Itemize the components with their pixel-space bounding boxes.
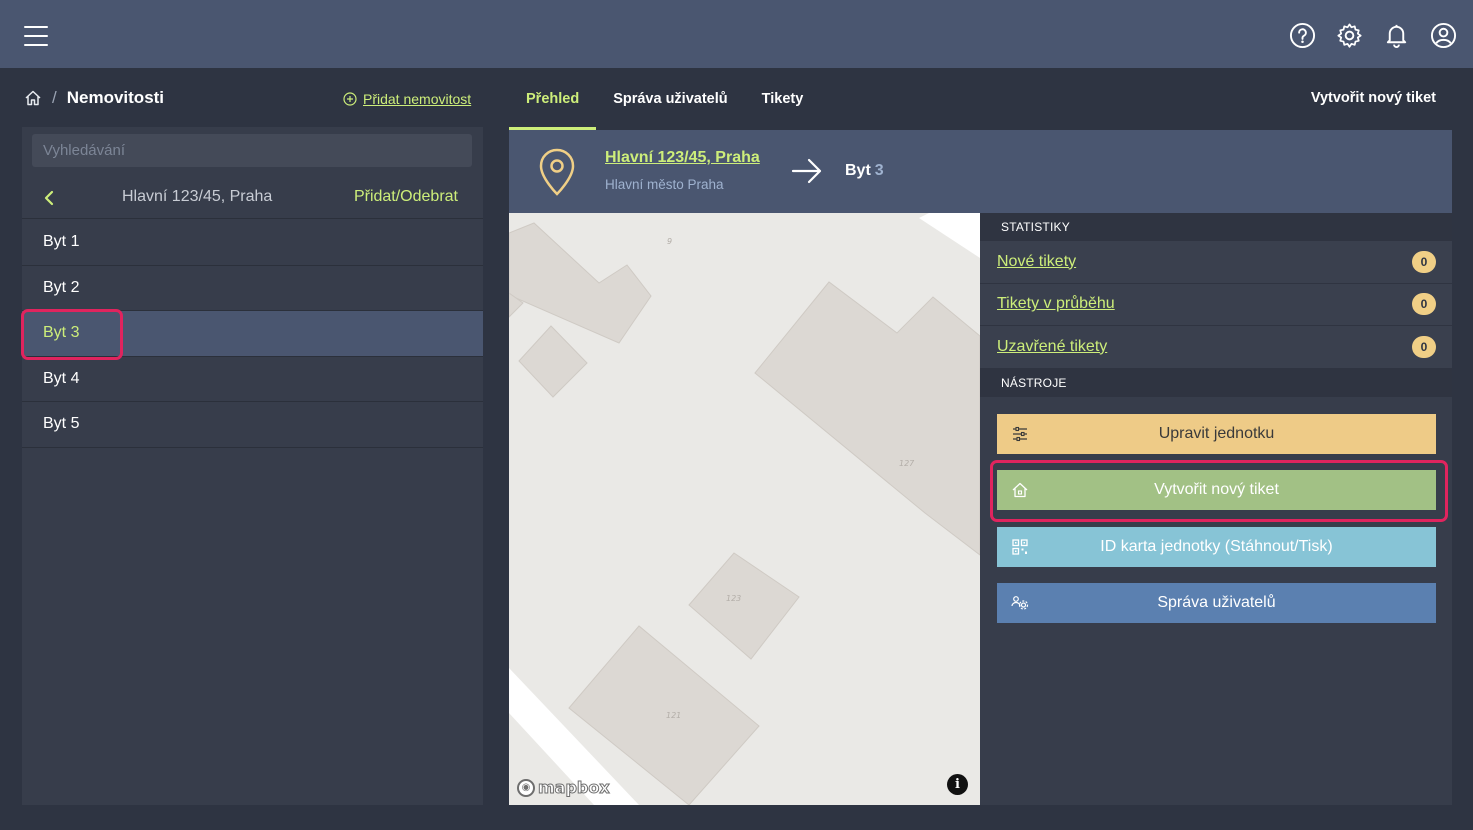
mapbox-circle-icon: ◉ — [517, 778, 535, 797]
stat-row-closed: Uzavřené tikety 0 — [980, 326, 1452, 369]
tab-tikety[interactable]: Tikety — [745, 68, 821, 130]
map-view[interactable]: 9 127 123 121 ◉ mapbox i — [509, 213, 980, 805]
main-panel: Hlavní 123/45, Praha Hlavní město Praha … — [509, 130, 1452, 805]
unit-id-card-label: ID karta jednotky (Stáhnout/Tisk) — [1100, 537, 1333, 555]
info-icon[interactable]: i — [947, 774, 968, 795]
tab-bar: Přehled Správa uživatelů Tikety — [509, 68, 820, 130]
create-ticket-button[interactable]: Vytvořit nový tiket — [997, 470, 1436, 510]
user-management-button[interactable]: Správa uživatelů — [997, 583, 1436, 623]
location-pin-icon — [537, 147, 577, 197]
map-label-123: 123 — [726, 594, 741, 603]
address-link[interactable]: Hlavní 123/45, Praha — [605, 149, 760, 167]
qr-code-icon — [1011, 538, 1029, 556]
tools-list: Upravit jednotku Vytvořit nový tiket ID … — [980, 397, 1452, 623]
stat-row-in-progress: Tikety v průběhu 0 — [980, 283, 1452, 326]
help-icon[interactable] — [1289, 22, 1316, 49]
unit-item-byt-3[interactable]: Byt 3 — [22, 311, 483, 357]
unit-prefix: Byt — [845, 162, 871, 179]
mapbox-logo[interactable]: ◉ mapbox — [517, 778, 611, 798]
map-label-9: 9 — [667, 237, 672, 246]
tab-sprava-uzivatelu[interactable]: Správa uživatelů — [596, 68, 744, 130]
add-remove-button[interactable]: Přidat/Odebrat — [354, 188, 458, 206]
bell-icon[interactable] — [1383, 22, 1410, 49]
create-ticket-link[interactable]: Vytvořit nový tiket — [1311, 90, 1436, 106]
count-badge: 0 — [1412, 293, 1436, 316]
side-panel: STATISTIKY Nové tikety 0 Tikety v průběh… — [980, 213, 1452, 805]
stats-section-title: STATISTIKY — [980, 213, 1452, 241]
menu-icon[interactable] — [24, 26, 48, 46]
edit-unit-label: Upravit jednotku — [1158, 424, 1275, 442]
arrow-right-icon — [791, 157, 823, 185]
page-title: Nemovitosti — [66, 88, 165, 107]
breadcrumb: / Nemovitosti — [24, 87, 164, 109]
stat-row-new: Nové tikety 0 — [980, 241, 1452, 284]
unit-number: 3 — [874, 162, 884, 179]
sidebar-subheader: Hlavní 123/45, Praha Přidat/Odebrat — [22, 179, 483, 219]
unit-item-byt-1[interactable]: Byt 1 — [22, 220, 483, 266]
unit-sidebar: Hlavní 123/45, Praha Přidat/Odebrat Byt … — [22, 127, 483, 805]
unit-item-byt-4[interactable]: Byt 4 — [22, 357, 483, 402]
tab-prehled[interactable]: Přehled — [509, 68, 597, 130]
users-gear-icon — [1011, 594, 1029, 612]
plus-circle-icon — [343, 92, 357, 106]
breadcrumb-separator: / — [52, 88, 57, 107]
unit-header: Hlavní 123/45, Praha Hlavní město Praha … — [509, 130, 1452, 213]
home-icon[interactable] — [24, 89, 42, 107]
new-tickets-link[interactable]: Nové tikety — [997, 253, 1076, 271]
add-property-label: Přidat nemovitost — [363, 91, 472, 107]
tools-section-title: NÁSTROJE — [980, 368, 1452, 397]
map-canvas: 9 127 123 121 — [509, 213, 980, 805]
top-icons — [1289, 22, 1457, 49]
address-region: Hlavní město Praha — [605, 177, 724, 192]
house-icon — [1011, 481, 1029, 499]
sliders-icon — [1011, 425, 1029, 443]
count-badge: 0 — [1412, 335, 1436, 358]
unit-title: Byt 3 — [845, 162, 884, 180]
search-input[interactable] — [32, 134, 472, 167]
count-badge: 0 — [1412, 250, 1436, 273]
sidebar-address: Hlavní 123/45, Praha — [122, 188, 273, 205]
top-bar — [0, 0, 1473, 68]
unit-list: Byt 1 Byt 2 Byt 3 Byt 4 Byt 5 — [22, 220, 483, 448]
user-management-label: Správa uživatelů — [1157, 594, 1276, 611]
unit-item-byt-2[interactable]: Byt 2 — [22, 266, 483, 311]
unit-item-byt-5[interactable]: Byt 5 — [22, 402, 483, 448]
map-label-127: 127 — [899, 459, 915, 468]
mapbox-wordmark: mapbox — [538, 778, 611, 798]
unit-id-card-button[interactable]: ID karta jednotky (Stáhnout/Tisk) — [997, 526, 1436, 567]
closed-tickets-link[interactable]: Uzavřené tikety — [997, 338, 1107, 356]
edit-unit-button[interactable]: Upravit jednotku — [997, 413, 1436, 454]
chevron-left-icon[interactable] — [42, 188, 56, 208]
add-property-link[interactable]: Přidat nemovitost — [343, 91, 471, 107]
user-icon[interactable] — [1430, 22, 1457, 49]
create-ticket-label: Vytvořit nový tiket — [1154, 481, 1279, 498]
gear-icon[interactable] — [1336, 22, 1363, 49]
in-progress-tickets-link[interactable]: Tikety v průběhu — [997, 295, 1115, 313]
map-label-121: 121 — [666, 711, 681, 720]
